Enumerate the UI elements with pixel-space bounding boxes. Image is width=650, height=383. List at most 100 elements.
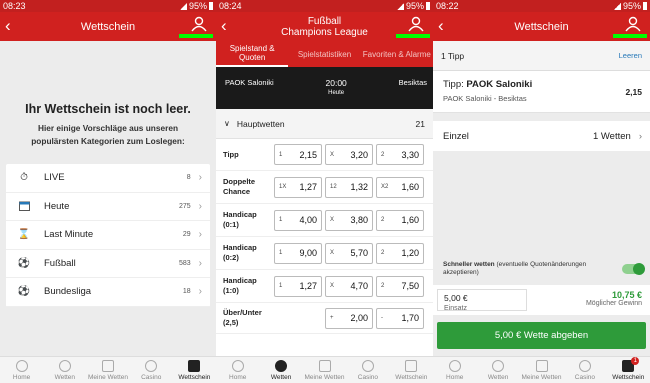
win-value: 10,75 € bbox=[611, 290, 642, 300]
nav-meine-wetten[interactable]: Meine Wetten bbox=[303, 357, 346, 383]
tab-spielstand[interactable]: Spielstand & Quoten bbox=[216, 41, 289, 67]
category-label: LIVE bbox=[44, 172, 65, 184]
odds-button[interactable]: X 3,20 bbox=[325, 144, 373, 165]
wettschein-filled-screen: 08:22 95% ‹ Wettschein 1 Tipp Leeren Tip… bbox=[433, 0, 650, 383]
section-hauptwetten[interactable]: ∨ Hauptwetten 21 bbox=[216, 109, 433, 139]
category-count: 583 bbox=[178, 259, 191, 267]
quick-bet-toggle[interactable] bbox=[622, 263, 645, 275]
odds-button[interactable]: X2 1,60 bbox=[376, 176, 424, 198]
odds-button[interactable]: 1 2,15 bbox=[274, 144, 322, 165]
nav-wettschein[interactable]: Wettschein bbox=[173, 357, 216, 383]
odds-button[interactable]: X 4,70 bbox=[325, 275, 373, 297]
category-last-minute[interactable]: ⌛ Last Minute 29 › bbox=[6, 221, 210, 250]
nav-wetten[interactable]: Wetten bbox=[43, 357, 86, 383]
odds-label: 1X bbox=[279, 184, 287, 190]
home-icon bbox=[448, 360, 461, 372]
chevron-right-icon: › bbox=[198, 200, 202, 212]
match-header: PAOK Saloniki 20:00 Heute Besiktas bbox=[216, 67, 433, 109]
category-fussball[interactable]: ⚽ Fußball 583 › bbox=[6, 250, 210, 278]
user-icon[interactable] bbox=[190, 16, 208, 32]
odds-button[interactable]: 2 1,60 bbox=[376, 209, 424, 231]
back-icon[interactable]: ‹ bbox=[438, 17, 444, 35]
odds-button[interactable]: 2 3,30 bbox=[376, 144, 424, 165]
nav-wettschein[interactable]: Wettschein bbox=[390, 357, 433, 383]
odds-button[interactable]: X 3,80 bbox=[325, 209, 373, 231]
odds-value: 3,80 bbox=[350, 215, 368, 225]
stake-label: Einsatz bbox=[444, 305, 467, 312]
market-label: Über/Unter (2,5) bbox=[223, 308, 262, 327]
status-time: 08:22 bbox=[436, 1, 459, 11]
battery-level: 95% bbox=[622, 1, 641, 11]
nav-wetten[interactable]: Wetten bbox=[259, 357, 302, 383]
quick-bet-row: Schneller wetten (eventuelle Quotenänder… bbox=[433, 257, 650, 281]
market-row: Über/Unter (2,5) +2,00 - 1,70 bbox=[216, 303, 433, 334]
odds-value: 1,32 bbox=[350, 182, 368, 192]
user-icon[interactable] bbox=[407, 16, 425, 32]
odds-label: 1 bbox=[279, 151, 283, 158]
stake-row: 5,00 € Einsatz 10,75 € Möglicher Gewinn bbox=[433, 285, 650, 315]
odds-button[interactable]: 2 7,50 bbox=[376, 275, 424, 297]
signal-icon bbox=[179, 2, 187, 10]
odds-button[interactable]: 1X 1,27 bbox=[274, 176, 322, 198]
status-bar: 08:22 95% bbox=[433, 0, 650, 12]
back-icon[interactable]: ‹ bbox=[221, 17, 227, 35]
nav-wetten[interactable]: Wetten bbox=[476, 357, 519, 383]
market-row: Tipp 1 2,15 X 3,20 2 3,30 bbox=[216, 139, 433, 171]
clear-link[interactable]: Leeren bbox=[619, 51, 642, 60]
tab-favoriten[interactable]: Favoriten & Alarme bbox=[361, 41, 433, 67]
odds-button[interactable]: 1 1,27 bbox=[274, 275, 322, 297]
casino-chip-icon bbox=[361, 360, 374, 372]
nav-meine-wetten[interactable]: Meine Wetten bbox=[86, 357, 129, 383]
chevron-right-icon: › bbox=[198, 286, 202, 298]
section-count: 21 bbox=[415, 118, 425, 129]
tip-item[interactable]: Tipp: PAOK Saloniki PAOK Saloniki - Besi… bbox=[433, 71, 650, 113]
possible-win: 10,75 € Möglicher Gewinn bbox=[531, 285, 650, 315]
odds-label: 1 bbox=[279, 217, 283, 223]
user-icon[interactable] bbox=[624, 16, 642, 32]
tip-match: PAOK Saloniki - Besiktas bbox=[443, 94, 527, 103]
tab-statistiken[interactable]: Spielstatistiken bbox=[288, 41, 360, 67]
betslip-icon bbox=[405, 360, 418, 372]
nav-home[interactable]: Home bbox=[216, 357, 259, 383]
nav-wettschein[interactable]: 1 Wettschein bbox=[607, 357, 650, 383]
section-label: Hauptwetten bbox=[236, 118, 285, 129]
nav-casino[interactable]: Casino bbox=[346, 357, 389, 383]
odds-button[interactable]: 1 9,00 bbox=[274, 242, 322, 264]
category-label: Heute bbox=[44, 200, 70, 212]
header: ‹ Wettschein bbox=[433, 12, 650, 41]
odds-button[interactable]: 1 4,00 bbox=[274, 209, 322, 231]
tip-count-bar: 1 Tipp Leeren bbox=[433, 41, 650, 71]
wettschein-empty-screen: 08:23 95% ‹ Wettschein Ihr Wettschein is… bbox=[0, 0, 216, 383]
nav-meine-wetten[interactable]: Meine Wetten bbox=[520, 357, 563, 383]
chevron-down-icon: ∨ bbox=[224, 119, 230, 128]
stake-input[interactable]: 5,00 € Einsatz bbox=[437, 289, 527, 312]
category-bundesliga[interactable]: ⚽ Bundesliga 18 › bbox=[6, 278, 210, 307]
odds-button[interactable]: +2,00 bbox=[325, 307, 373, 329]
nav-casino[interactable]: Casino bbox=[130, 357, 173, 383]
ticket-icon bbox=[535, 360, 548, 372]
nav-casino[interactable]: Casino bbox=[563, 357, 606, 383]
odds-label: 2 bbox=[381, 151, 385, 158]
header: ‹ Fußball Champions League bbox=[216, 12, 433, 41]
back-icon[interactable]: ‹ bbox=[5, 17, 11, 35]
odds-button[interactable]: - 1,70 bbox=[376, 307, 424, 329]
category-live[interactable]: ⏱ LIVE 8 › bbox=[6, 164, 210, 193]
odds-button[interactable]: 2 1,20 bbox=[376, 242, 424, 264]
place-bet-button[interactable]: 5,00 € Wette abgeben bbox=[437, 322, 646, 349]
battery-icon bbox=[643, 2, 647, 10]
match-time: 20:00 Heute bbox=[325, 78, 347, 96]
odds-value: 7,50 bbox=[401, 281, 419, 291]
category-count: 275 bbox=[178, 202, 191, 210]
hourglass-icon: ⌛ bbox=[17, 229, 31, 241]
odds-value: 4,70 bbox=[350, 281, 368, 291]
category-heute[interactable]: Heute 275 › bbox=[6, 193, 210, 221]
odds-button[interactable]: X 5,70 bbox=[325, 242, 373, 264]
odds-value: 9,00 bbox=[299, 248, 317, 258]
nav-home[interactable]: Home bbox=[0, 357, 43, 383]
bet-mode-select[interactable]: Einzel 1 Wetten › bbox=[433, 121, 650, 151]
highlight-marker bbox=[179, 34, 213, 38]
nav-home[interactable]: Home bbox=[433, 357, 476, 383]
odds-value: 3,20 bbox=[350, 149, 368, 160]
odds-button[interactable]: 12 1,32 bbox=[325, 176, 373, 198]
home-icon bbox=[231, 360, 244, 372]
